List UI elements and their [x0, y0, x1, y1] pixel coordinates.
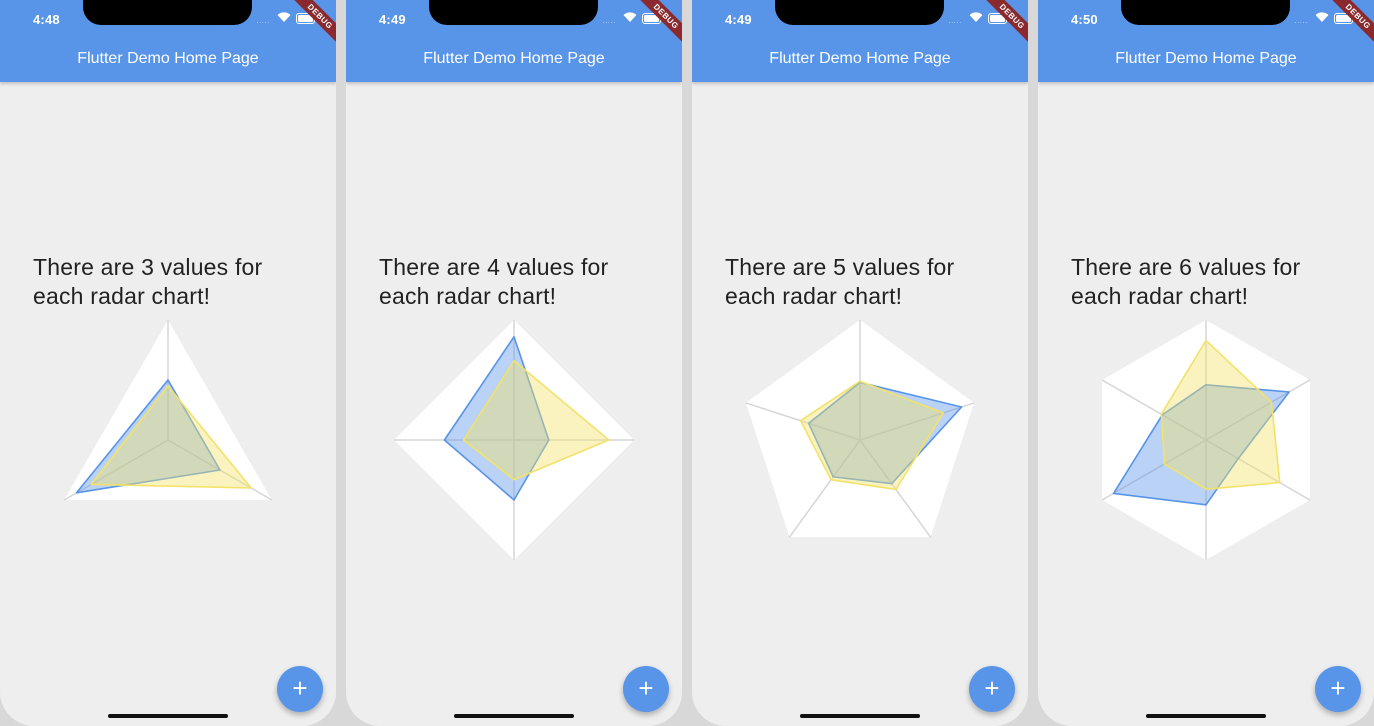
debug-label: DEBUG — [981, 0, 1028, 47]
signal-icon: ..... — [602, 19, 616, 25]
signal-icon: ..... — [948, 19, 962, 25]
radar-chart — [1101, 320, 1311, 560]
status-time: 4:48 — [33, 12, 60, 27]
radar-chart — [745, 320, 975, 538]
phone-screen-3: 4:49 ..... Flutter Demo Home Page DEBUG … — [692, 0, 1028, 726]
app-bar: 4:49 ..... Flutter Demo Home Page DEBUG — [692, 0, 1028, 82]
debug-banner: DEBUG — [968, 0, 1028, 60]
status-time: 4:49 — [379, 12, 406, 27]
debug-banner: DEBUG — [1314, 0, 1374, 60]
debug-label: DEBUG — [289, 0, 336, 47]
home-indicator[interactable] — [1146, 714, 1266, 718]
device-notch — [429, 0, 598, 25]
debug-banner: DEBUG — [276, 0, 336, 60]
debug-label: DEBUG — [635, 0, 682, 47]
home-indicator[interactable] — [454, 714, 574, 718]
device-notch — [1121, 0, 1290, 25]
home-indicator[interactable] — [108, 714, 228, 718]
signal-icon: ..... — [1294, 19, 1308, 25]
app-bar: 4:48 ..... Flutter Demo Home Page DEBUG — [0, 0, 336, 82]
phone-screen-1: 4:48 ..... Flutter Demo Home Page DEBUG … — [0, 0, 336, 726]
add-fab-button[interactable]: + — [969, 666, 1015, 712]
phone-screen-2: 4:49 ..... Flutter Demo Home Page DEBUG … — [346, 0, 682, 726]
add-fab-button[interactable]: + — [623, 666, 669, 712]
app-bar: 4:50 ..... Flutter Demo Home Page DEBUG — [1038, 0, 1374, 82]
debug-banner: DEBUG — [622, 0, 682, 60]
add-fab-button[interactable]: + — [277, 666, 323, 712]
status-time: 4:50 — [1071, 12, 1098, 27]
radar-chart — [394, 320, 634, 560]
phone-screen-4: 4:50 ..... Flutter Demo Home Page DEBUG … — [1038, 0, 1374, 726]
device-notch — [775, 0, 944, 25]
add-fab-button[interactable]: + — [1315, 666, 1361, 712]
home-indicator[interactable] — [800, 714, 920, 718]
device-notch — [83, 0, 252, 25]
debug-label: DEBUG — [1327, 0, 1374, 47]
radar-chart — [63, 320, 273, 501]
status-time: 4:49 — [725, 12, 752, 27]
app-bar: 4:49 ..... Flutter Demo Home Page DEBUG — [346, 0, 682, 82]
signal-icon: ..... — [256, 19, 270, 25]
